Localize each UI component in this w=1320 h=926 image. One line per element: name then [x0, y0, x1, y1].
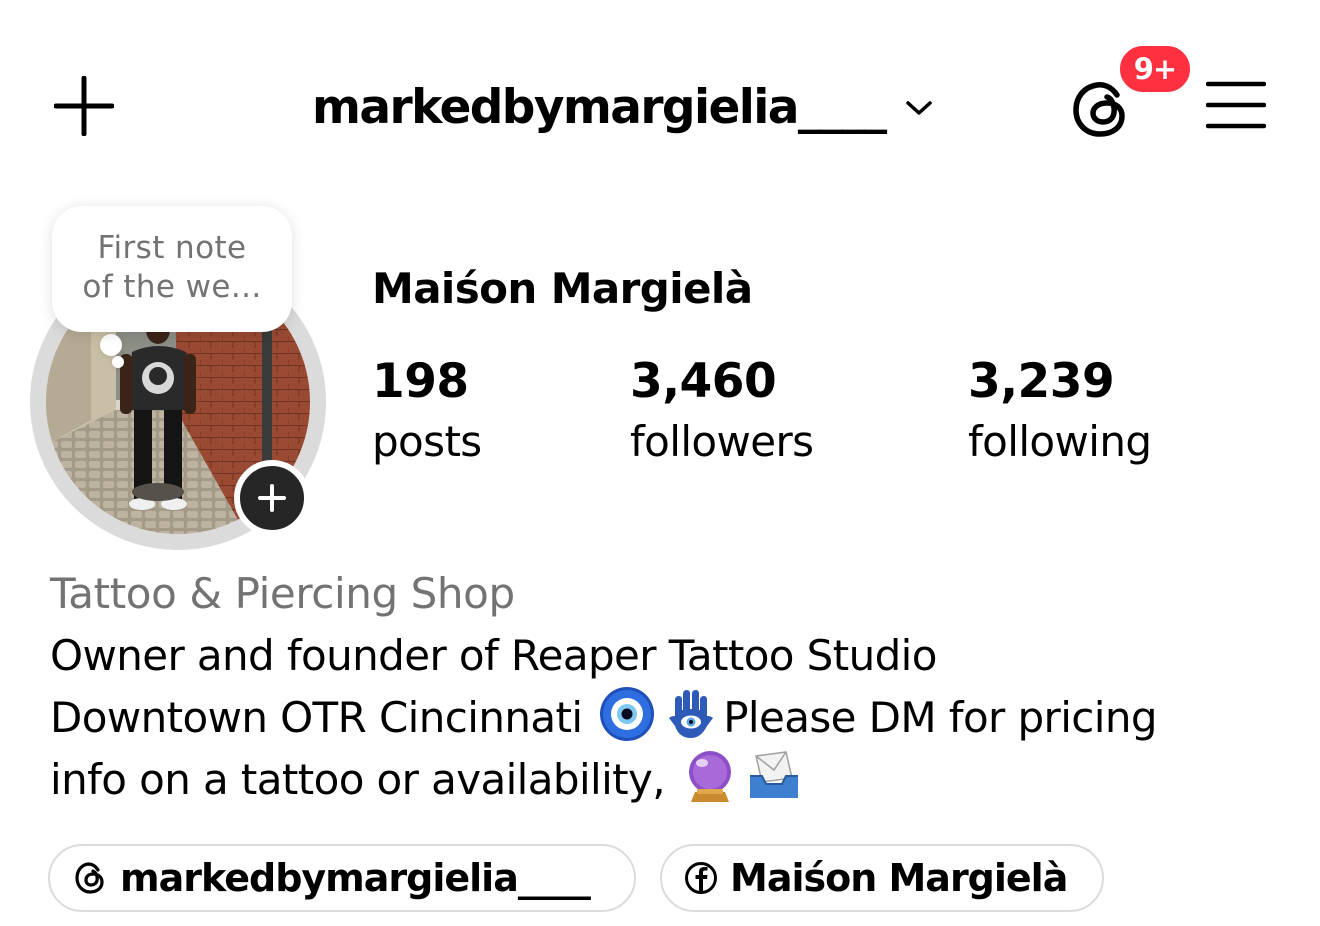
- followers-count: 3,460: [630, 354, 777, 409]
- plus-icon: [53, 75, 115, 137]
- following-label: following: [968, 417, 1152, 466]
- threads-link-label: markedbymargielia____: [120, 856, 591, 900]
- envelope-tray-emoji: [749, 751, 798, 798]
- bio-line-3-text: info on a tattoo or availability,: [50, 755, 678, 804]
- facebook-icon: [685, 862, 717, 894]
- header-username: markedbymargielia____: [312, 80, 887, 135]
- bio: Owner and founder of Reaper Tattoo Studi…: [50, 626, 1300, 810]
- add-story-button[interactable]: [234, 460, 310, 536]
- bio-line-2-text-a: Downtown OTR Cincinnati: [50, 693, 596, 742]
- stat-posts[interactable]: 198 posts: [372, 350, 482, 470]
- stat-followers[interactable]: 3,460 followers: [630, 350, 814, 470]
- threads-icon: [75, 862, 104, 894]
- nazar-amulet-emoji: [600, 687, 655, 741]
- bio-line-3: info on a tattoo or availability,: [50, 748, 1300, 810]
- menu-icon: [1205, 81, 1267, 129]
- crystal-ball-emoji: [688, 751, 731, 802]
- bio-line-2-text-b: Please DM for pricing: [723, 693, 1157, 742]
- create-button[interactable]: [53, 75, 115, 137]
- posts-count: 198: [372, 354, 469, 409]
- facebook-link-label: Maiśon Margielà: [730, 856, 1068, 900]
- bio-line-2: Downtown OTR Cincinnati Please DM for pr…: [50, 686, 1300, 748]
- posts-label: posts: [372, 417, 482, 466]
- facebook-link-pill[interactable]: Maiśon Margielà: [660, 844, 1104, 912]
- plus-icon: [258, 484, 286, 512]
- note-bubble-tail: [100, 334, 122, 356]
- display-name: Maiśon Margielà: [372, 264, 753, 313]
- account-switcher[interactable]: markedbymargielia____: [312, 76, 934, 140]
- note-line-1: First note: [97, 230, 247, 266]
- threads-link-pill[interactable]: markedbymargielia____: [48, 844, 636, 912]
- hamsa-emoji: [669, 690, 714, 738]
- menu-button[interactable]: [1205, 80, 1267, 130]
- chevron-down-icon: [905, 101, 932, 115]
- note-text: First note of the we...: [52, 229, 292, 307]
- followers-label: followers: [630, 417, 814, 466]
- note-bubble-tail-small: [112, 356, 124, 368]
- bio-line-1: Owner and founder of Reaper Tattoo Studi…: [50, 631, 937, 680]
- notification-badge: 9+: [1116, 42, 1194, 96]
- category-label: Tattoo & Piercing Shop: [50, 569, 515, 618]
- following-count: 3,239: [968, 354, 1115, 409]
- note-line-2: of the we...: [82, 269, 262, 305]
- stat-following[interactable]: 3,239 following: [968, 350, 1152, 470]
